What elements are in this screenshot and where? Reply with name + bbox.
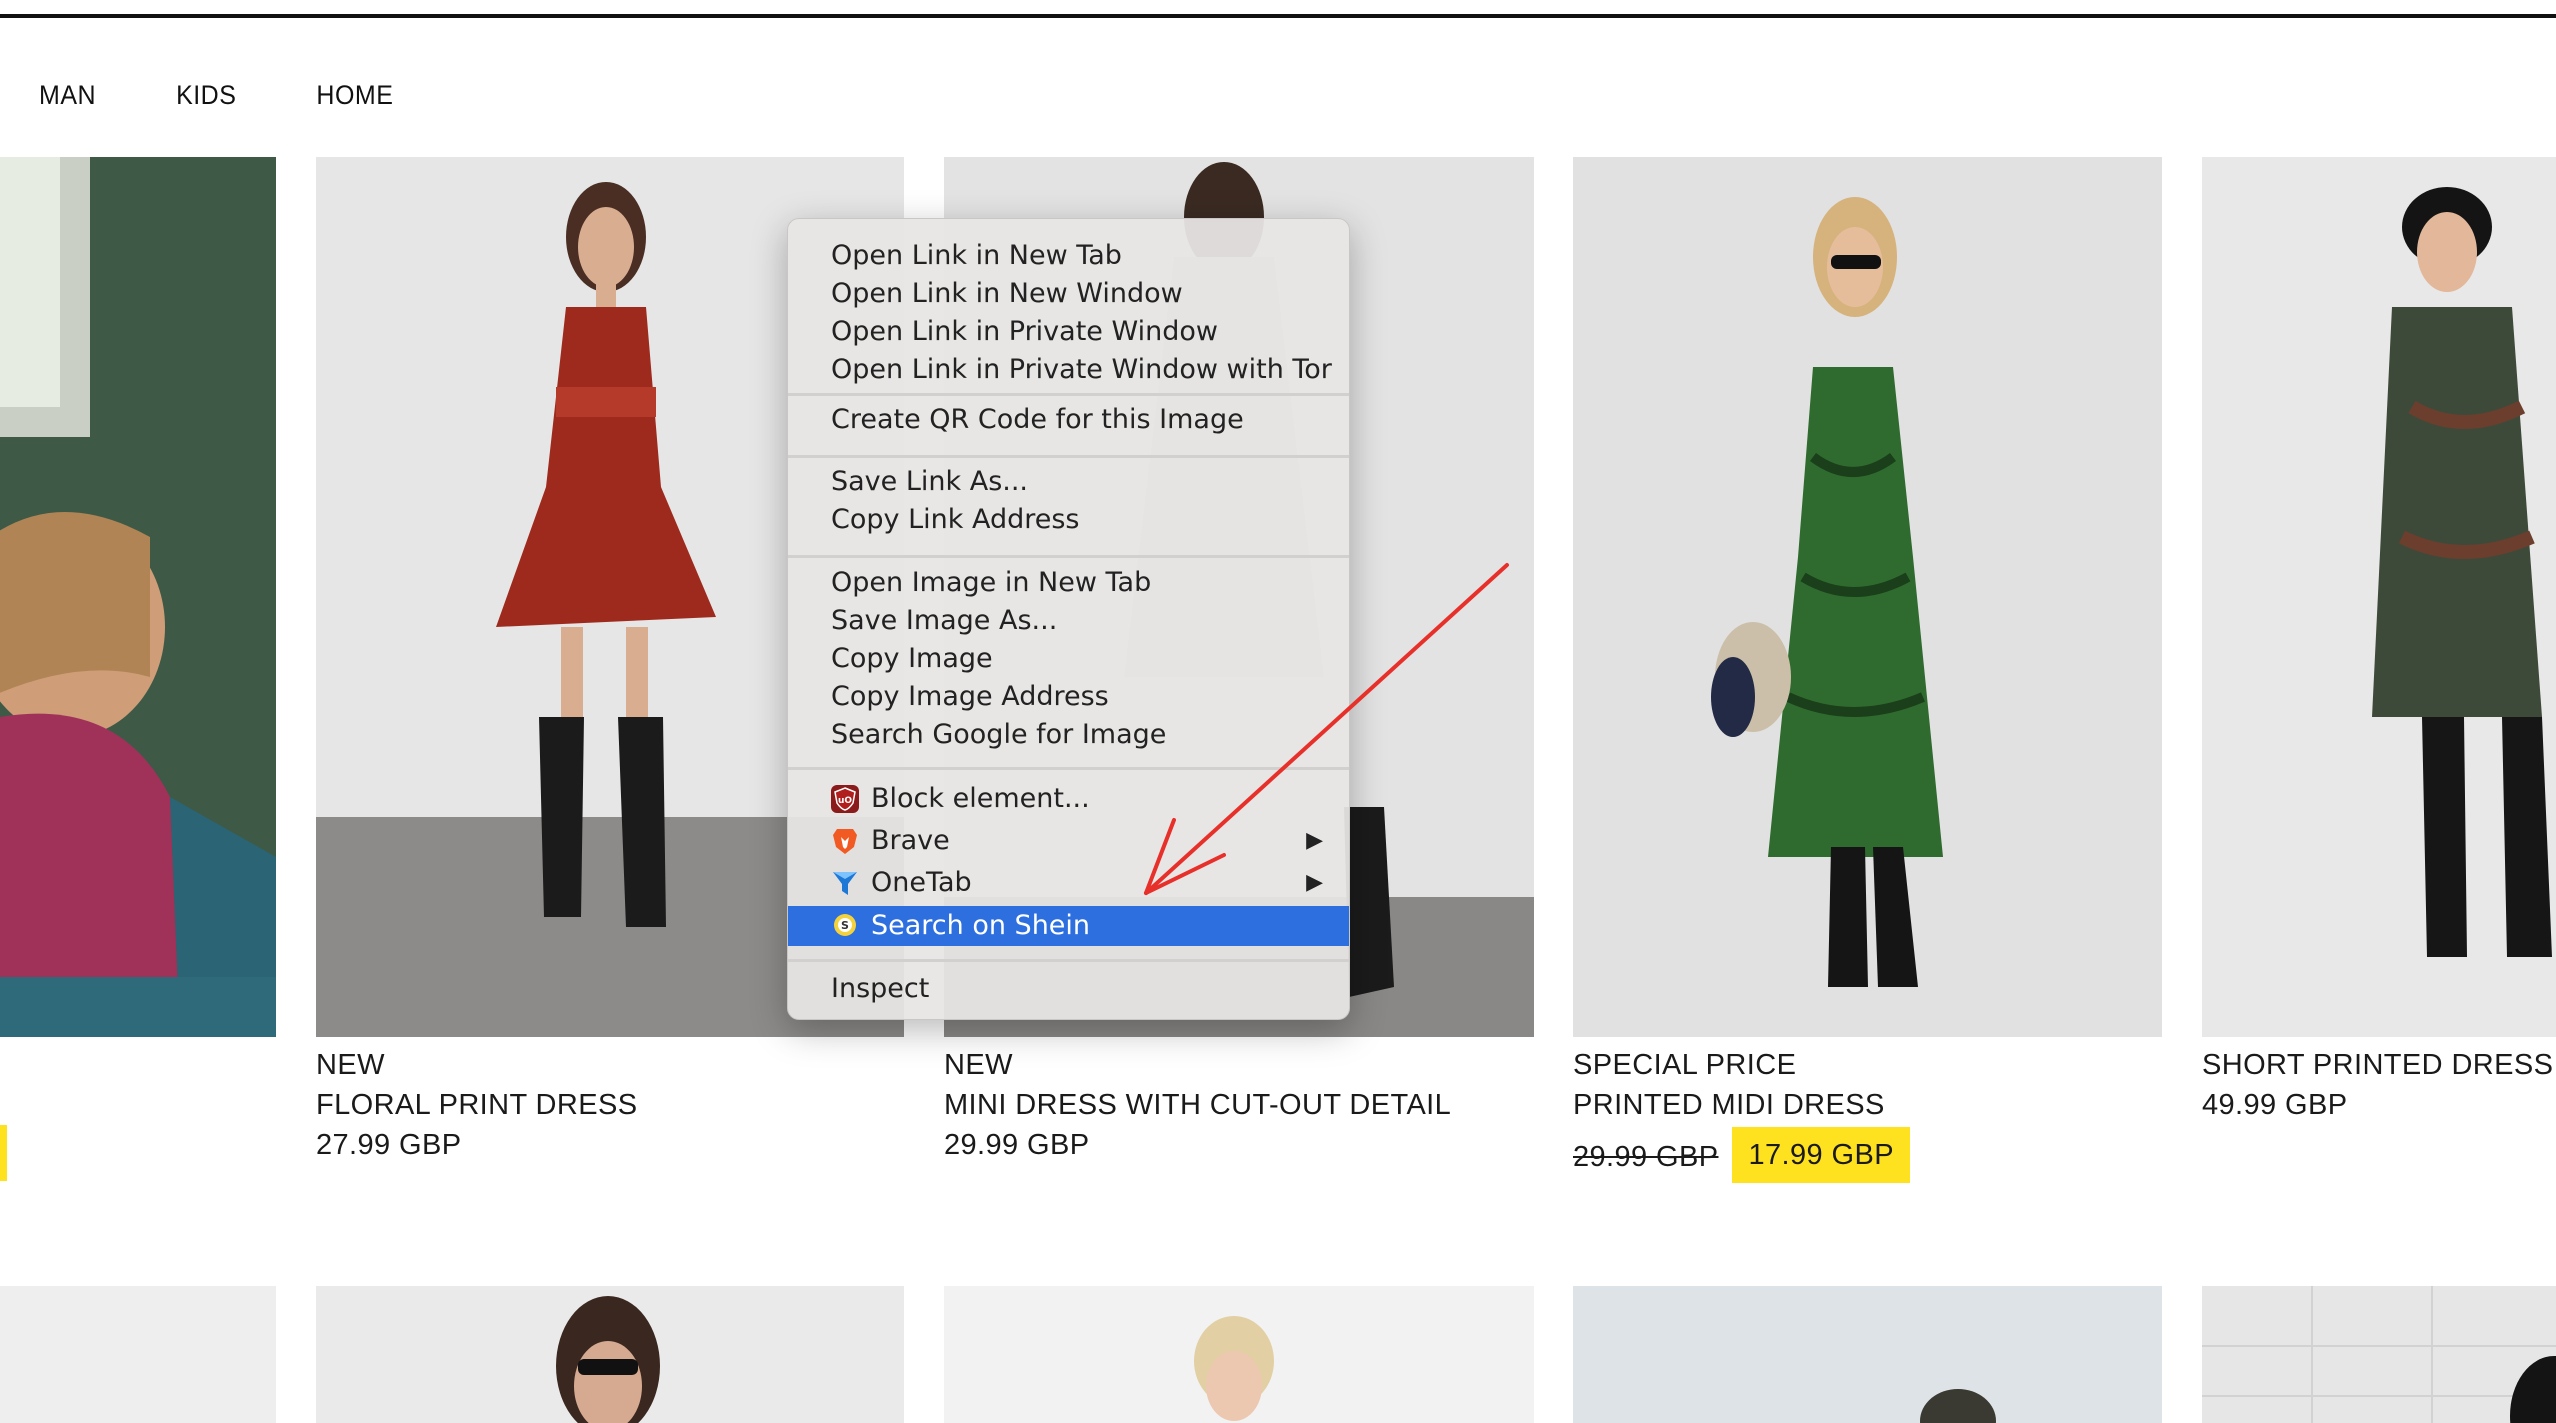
menu-open-link-new-tab[interactable]: Open Link in New Tab: [788, 237, 1349, 275]
product-image-partial-left[interactable]: [0, 157, 276, 1037]
menu-separator: [788, 455, 1349, 458]
category-nav: MAN KIDS HOME: [39, 80, 473, 123]
product-name[interactable]: FLORAL PRINT DRESS: [316, 1085, 637, 1125]
product-image-row2-1[interactable]: [0, 1286, 276, 1423]
brave-lion-icon: [831, 827, 859, 855]
annotation-arrow-icon: [1144, 563, 1509, 895]
svg-text:uO: uO: [838, 796, 852, 806]
menu-inspect[interactable]: Inspect: [788, 970, 1349, 1008]
menu-open-link-new-window[interactable]: Open Link in New Window: [788, 275, 1349, 313]
menu-save-link-as[interactable]: Save Link As...: [788, 463, 1349, 501]
product-image-printed-midi-dress[interactable]: [1573, 157, 2162, 1037]
product-sale-price: 17.99 GBP: [1732, 1127, 1910, 1183]
menu-create-qr-code[interactable]: Create QR Code for this Image: [788, 401, 1349, 439]
product-name[interactable]: PRINTED MIDI DRESS: [1573, 1085, 1910, 1125]
product-name[interactable]: SHORT PRINTED DRESS: [2202, 1045, 2553, 1085]
product-badge: SPECIAL PRICE: [1573, 1049, 1797, 1081]
product-image-row2-2[interactable]: [316, 1286, 904, 1423]
product-image-row2-5[interactable]: [2202, 1286, 2556, 1423]
product-info-mini-dress: NEW MINI DRESS WITH CUT-OUT DETAIL 29.99…: [944, 1045, 1451, 1165]
product-image-row2-3[interactable]: [944, 1286, 1534, 1423]
top-border: [0, 14, 2556, 18]
product-info-floral-print-dress: NEW FLORAL PRINT DRESS 27.99 GBP: [316, 1045, 637, 1165]
menu-separator: [788, 393, 1349, 396]
product-price: 49.99 GBP: [2202, 1089, 2348, 1121]
nav-item-man[interactable]: MAN: [39, 80, 96, 123]
product-image-short-printed-dress[interactable]: [2202, 157, 2556, 1037]
menu-brave-label: Brave: [871, 825, 950, 856]
sale-badge-partial: [0, 1125, 7, 1181]
product-badge: NEW: [316, 1049, 385, 1081]
shein-search-icon: S: [831, 911, 859, 939]
menu-open-link-private-tor[interactable]: Open Link in Private Window with Tor: [788, 351, 1349, 389]
menu-search-on-shein[interactable]: S Search on Shein: [788, 906, 1349, 946]
nav-item-kids[interactable]: KIDS: [176, 80, 236, 123]
nav-item-home[interactable]: HOME: [316, 80, 393, 123]
menu-copy-link-address[interactable]: Copy Link Address: [788, 501, 1349, 539]
product-info-short-printed-dress: SHORT PRINTED DRESS 49.99 GBP: [2202, 1045, 2553, 1125]
product-name[interactable]: MINI DRESS WITH CUT-OUT DETAIL: [944, 1085, 1451, 1125]
svg-text:S: S: [841, 919, 849, 932]
menu-separator: [788, 959, 1349, 962]
product-image-row2-4[interactable]: [1573, 1286, 2162, 1423]
product-price: 29.99 GBP: [944, 1129, 1090, 1161]
menu-open-link-private[interactable]: Open Link in Private Window: [788, 313, 1349, 351]
product-badge: NEW: [944, 1049, 1013, 1081]
menu-onetab-label: OneTab: [871, 867, 972, 898]
product-info-printed-midi-dress: SPECIAL PRICE PRINTED MIDI DRESS 29.99 G…: [1573, 1045, 1910, 1185]
ublock-origin-icon: uO: [831, 785, 859, 813]
onetab-funnel-icon: [831, 869, 859, 897]
product-price: 27.99 GBP: [316, 1129, 462, 1161]
product-old-price: 29.99 GBP: [1573, 1141, 1719, 1173]
